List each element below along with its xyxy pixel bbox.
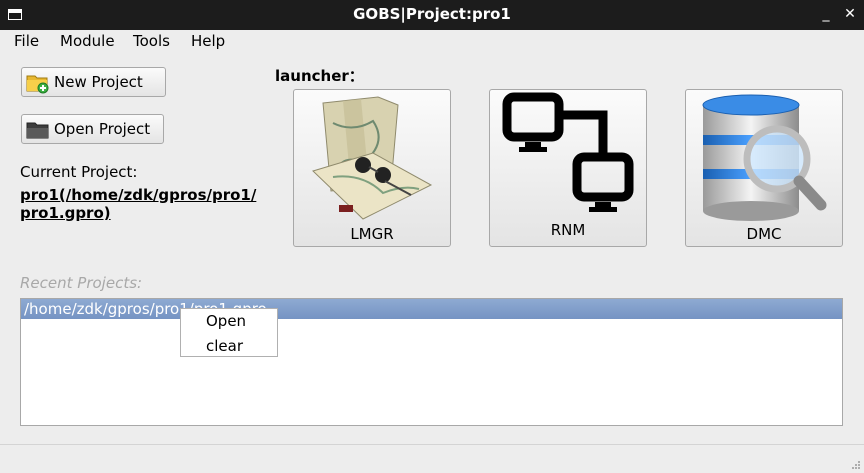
current-project-path-line1: pro1(/home/zdk/gpros/pro1/ [20,186,257,204]
resize-grip-icon[interactable] [851,460,861,470]
list-item[interactable]: /home/zdk/gpros/pro1/pro1.gpro [21,299,842,319]
menu-bar: File Module Tools Help [0,30,864,52]
launcher-label: launcher： [275,65,364,86]
launcher-label-text: launcher [275,67,349,85]
launcher-label-colon: ： [348,67,364,85]
minimize-button[interactable]: _ [816,4,836,24]
new-folder-icon [26,72,50,98]
menu-tools[interactable]: Tools [133,32,170,50]
close-button[interactable]: ✕ [840,4,860,24]
current-project-path-line2: pro1.gpro) [20,204,111,222]
menu-file[interactable]: File [14,32,39,50]
open-project-label: Open Project [54,120,151,138]
lmgr-label: LMGR [350,225,394,243]
dmc-launcher-button[interactable]: DMC [685,89,843,247]
new-project-button[interactable]: New Project [21,67,166,97]
current-project-label: Current Project: [20,163,138,181]
recent-projects-label: Recent Projects: [20,274,143,292]
lmgr-launcher-button[interactable]: LMGR [293,89,451,247]
folder-icon [26,119,50,145]
title-bar: GOBS|Project:pro1 _ ✕ [0,0,864,30]
rnm-launcher-button[interactable]: RNM [489,89,647,247]
network-icon [502,92,634,212]
window-title: GOBS|Project:pro1 [353,5,511,23]
open-project-button[interactable]: Open Project [21,114,164,144]
dmc-label: DMC [746,225,782,243]
map-icon [312,96,433,220]
menu-module[interactable]: Module [60,32,115,50]
menu-help[interactable]: Help [191,32,225,50]
recent-projects-list[interactable]: /home/zdk/gpros/pro1/pro1.gpro [20,298,843,426]
database-search-icon [702,94,827,221]
rnm-label: RNM [550,221,586,239]
context-menu: Open clear [180,308,278,357]
status-bar [0,444,864,473]
new-project-label: New Project [54,73,143,91]
context-menu-clear[interactable]: clear [206,337,243,355]
context-menu-open[interactable]: Open [206,312,246,330]
